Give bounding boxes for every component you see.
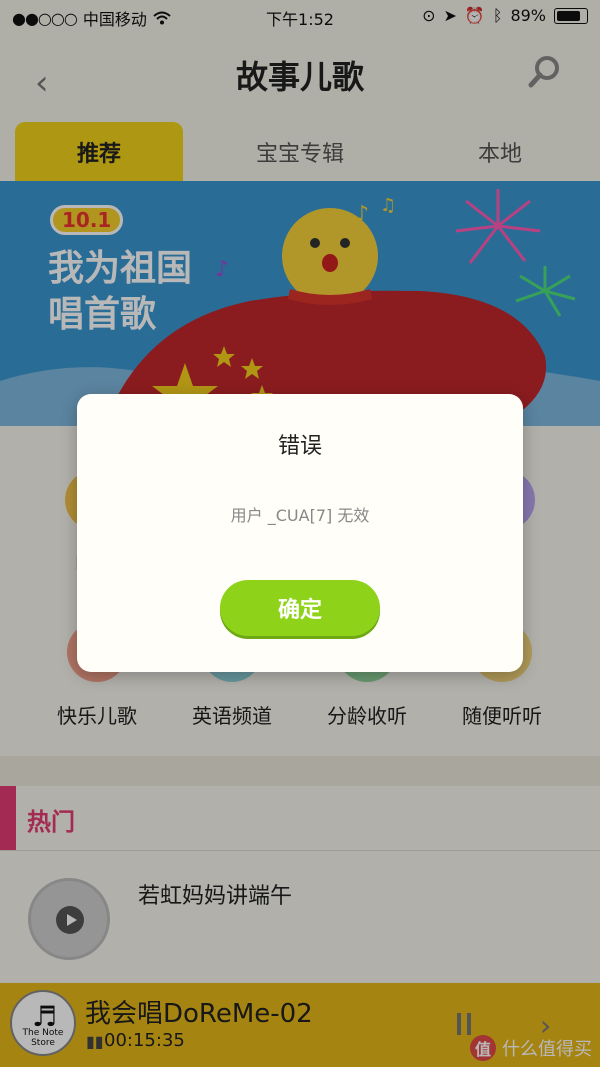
dialog-message: 用户 _CUA[7] 无效 (230, 506, 370, 525)
dialog-title: 错误 (277, 434, 322, 459)
confirm-button[interactable]: 确定 (220, 580, 380, 636)
error-dialog: 错误 用户 _CUA[7] 无效 确定 (77, 394, 523, 672)
